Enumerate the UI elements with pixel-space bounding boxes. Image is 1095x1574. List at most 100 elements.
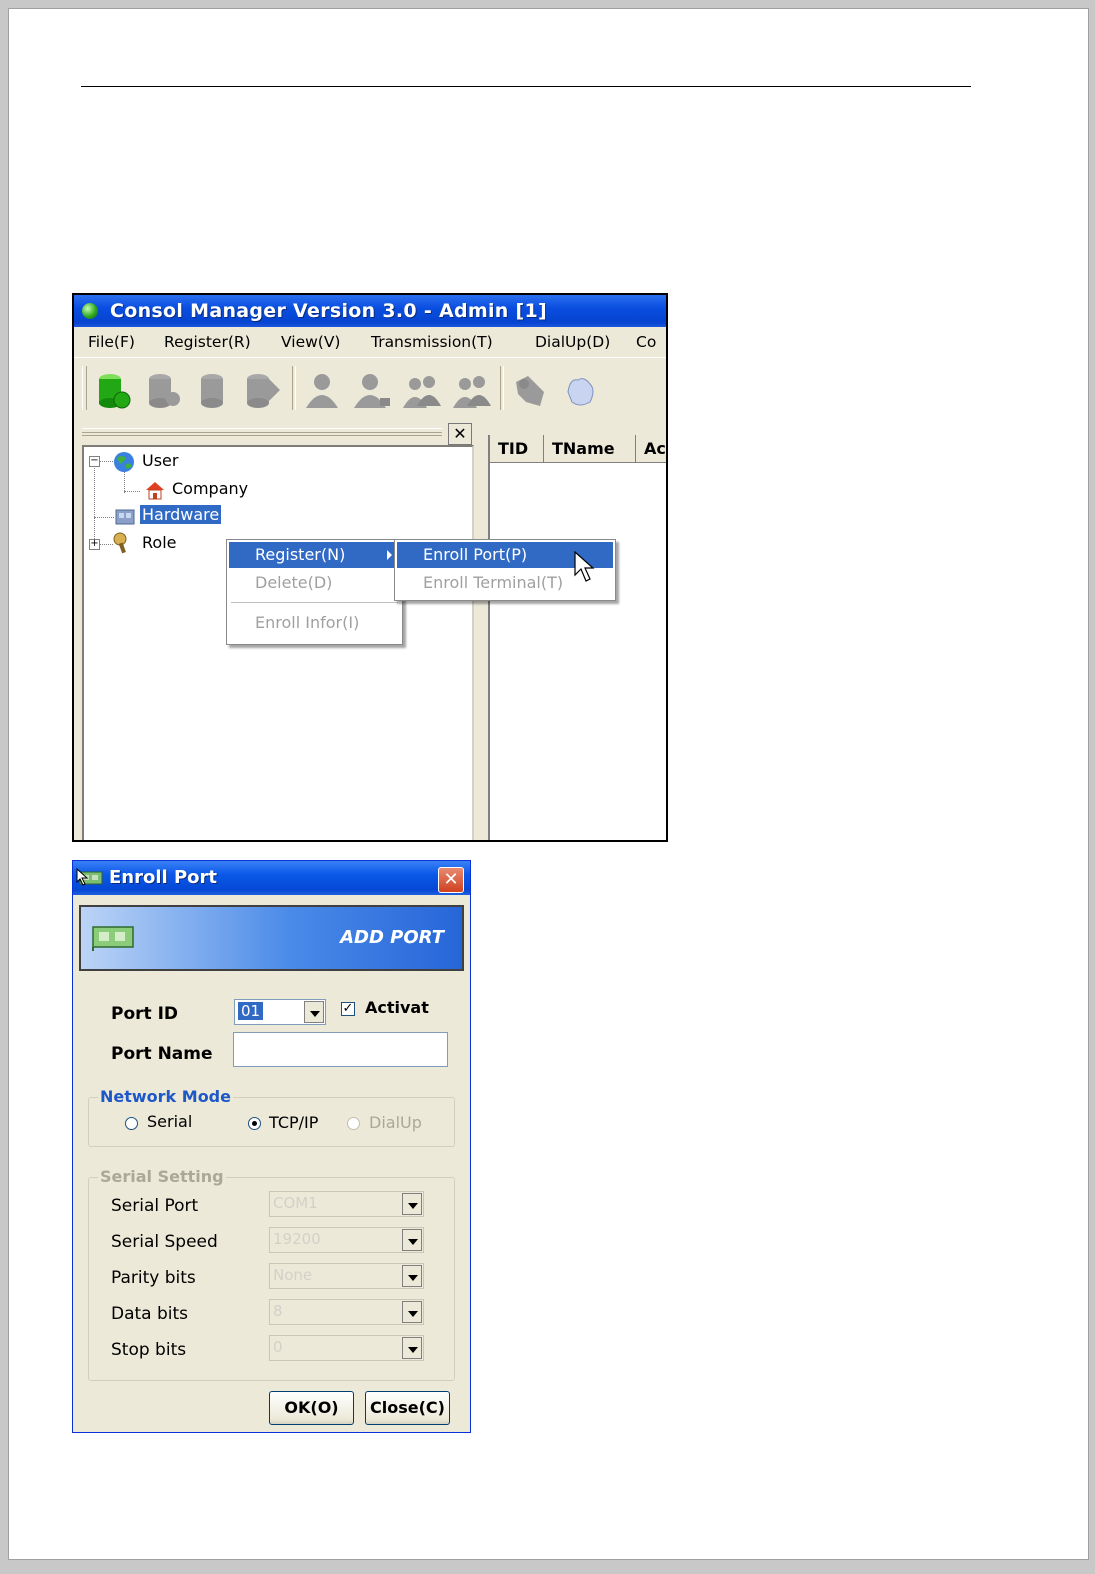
port-card-icon xyxy=(92,926,134,951)
port-id-label: Port ID xyxy=(111,1004,179,1024)
pane-close-button[interactable]: ✕ xyxy=(448,423,472,445)
column-header-ac[interactable]: Ac xyxy=(636,435,666,463)
radio-tcpip-label: TCP/IP xyxy=(269,1113,319,1132)
data-bits-label: Data bits xyxy=(111,1304,189,1324)
home-icon xyxy=(146,482,164,500)
close-button[interactable]: Close(C) xyxy=(365,1391,450,1425)
column-header-tid[interactable]: TID xyxy=(490,435,544,463)
stop-bits-value: 0 xyxy=(273,1338,283,1356)
radio-serial-label: Serial xyxy=(147,1112,193,1131)
stop-bits-select: 0 xyxy=(269,1335,424,1361)
menu-transmission[interactable]: Transmission(T) xyxy=(371,333,493,351)
parity-bits-label: Parity bits xyxy=(111,1268,196,1288)
chevron-down-icon xyxy=(402,1193,422,1215)
close-icon: ✕ xyxy=(443,869,459,890)
radio-dialup xyxy=(347,1117,360,1130)
activate-checkbox[interactable]: ✓ xyxy=(341,1002,355,1016)
collapse-icon[interactable]: − xyxy=(89,456,100,467)
chevron-down-icon xyxy=(402,1337,422,1359)
serial-port-value: COM1 xyxy=(273,1194,318,1212)
serial-speed-value: 19200 xyxy=(273,1230,321,1248)
data-bits-select: 8 xyxy=(269,1299,424,1325)
context-menu: Register(N) Delete(D) Enroll Infor(I) xyxy=(226,539,403,645)
port-id-value: 01 xyxy=(238,1002,264,1020)
mouse-cursor-icon xyxy=(574,551,595,582)
tree-line xyxy=(94,465,95,545)
port-id-select[interactable]: 01 xyxy=(234,999,326,1025)
title-bar[interactable]: Consol Manager Version 3.0 - Admin [1] xyxy=(74,295,666,327)
chevron-down-icon xyxy=(402,1301,422,1323)
port-name-input[interactable] xyxy=(233,1032,448,1067)
menu-dialup[interactable]: DialUp(D) xyxy=(535,333,610,351)
menu-file[interactable]: File(F) xyxy=(88,333,135,351)
data-bits-value: 8 xyxy=(273,1302,283,1320)
dialog-close-button[interactable]: ✕ xyxy=(438,867,464,893)
db-close-icon[interactable] xyxy=(244,372,284,410)
tree-item-user[interactable]: User xyxy=(142,451,178,470)
window-title: Consol Manager Version 3.0 - Admin [1] xyxy=(110,300,548,322)
role-key-icon xyxy=(113,532,127,554)
pane-grip-line xyxy=(82,432,442,433)
banner-title: ADD PORT xyxy=(340,927,444,948)
radio-tcpip[interactable] xyxy=(248,1117,261,1130)
toolbar-grip xyxy=(82,366,87,410)
menu-register[interactable]: Register(R) xyxy=(164,333,251,351)
chevron-down-icon xyxy=(402,1229,422,1251)
ok-button[interactable]: OK(O) xyxy=(269,1391,354,1425)
parity-bits-select: None xyxy=(269,1263,424,1289)
tree-line xyxy=(94,517,114,518)
tree-line xyxy=(99,461,113,462)
users-group-icon[interactable] xyxy=(452,372,492,410)
serial-speed-label: Serial Speed xyxy=(111,1232,218,1252)
enroll-port-dialog: Enroll Port ✕ ADD PORT Port ID 01 ✓ Acti… xyxy=(72,860,471,1433)
consol-manager-window: Consol Manager Version 3.0 - Admin [1] F… xyxy=(72,293,668,842)
db-connect-icon[interactable] xyxy=(94,372,134,410)
column-header-tname[interactable]: TName xyxy=(544,435,636,463)
hardware-label: Hardware xyxy=(140,505,222,524)
expand-icon[interactable]: + xyxy=(89,539,100,550)
menu-separator xyxy=(231,602,398,603)
role-icon[interactable] xyxy=(510,372,550,410)
db-disconnect-icon[interactable] xyxy=(144,372,184,410)
serial-setting-legend: Serial Setting xyxy=(98,1167,226,1186)
user-edit-icon[interactable] xyxy=(352,372,392,410)
network-mode-legend: Network Mode xyxy=(98,1087,233,1106)
tree-line xyxy=(124,491,140,492)
resize-cursor-icon xyxy=(76,868,89,886)
db-icon[interactable] xyxy=(194,372,234,410)
activate-label: Activat xyxy=(365,998,429,1017)
chevron-down-icon[interactable] xyxy=(304,1001,324,1023)
terminal-list: TID TName Ac xyxy=(488,435,666,840)
menu-bar: File(F) Register(R) View(V) Transmission… xyxy=(74,327,666,357)
dialog-title-bar[interactable]: Enroll Port ✕ xyxy=(73,861,470,895)
add-port-banner: ADD PORT xyxy=(79,905,464,971)
toolbar xyxy=(74,357,666,418)
menu-item-enroll-infor: Enroll Infor(I) xyxy=(255,613,360,632)
menu-view[interactable]: View(V) xyxy=(281,333,340,351)
tree-line xyxy=(99,544,113,545)
menu-item-register[interactable]: Register(N) xyxy=(229,542,400,568)
hand-icon[interactable] xyxy=(560,372,600,410)
users-icon[interactable] xyxy=(402,372,442,410)
dialog-title: Enroll Port xyxy=(109,867,217,888)
hardware-icon xyxy=(115,509,135,525)
globe-icon xyxy=(114,452,134,472)
tree-item-role[interactable]: Role xyxy=(142,533,176,552)
toolbar-separator xyxy=(292,366,296,410)
tree-item-hardware[interactable]: Hardware xyxy=(140,505,222,524)
stop-bits-label: Stop bits xyxy=(111,1340,187,1360)
register-label: Register(N) xyxy=(255,545,346,564)
serial-port-label: Serial Port xyxy=(111,1196,199,1216)
port-name-label: Port Name xyxy=(111,1044,213,1064)
tree-item-company[interactable]: Company xyxy=(172,479,248,498)
serial-speed-select: 19200 xyxy=(269,1227,424,1253)
tree-line xyxy=(124,471,125,493)
parity-bits-value: None xyxy=(273,1266,313,1284)
menu-co[interactable]: Co xyxy=(636,333,656,351)
submenu-arrow-icon xyxy=(387,550,392,560)
menu-item-delete: Delete(D) xyxy=(255,573,333,592)
radio-dialup-label: DialUp xyxy=(369,1113,422,1132)
radio-serial[interactable] xyxy=(125,1117,138,1130)
user-icon[interactable] xyxy=(302,372,342,410)
toolbar-separator xyxy=(500,366,504,410)
